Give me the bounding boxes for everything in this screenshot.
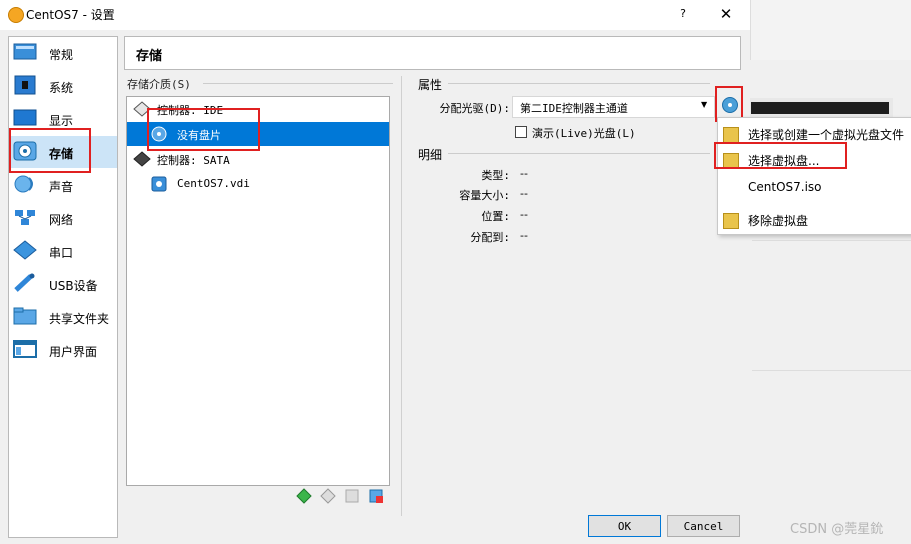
- hard-disk-icon: [151, 176, 167, 192]
- detail-type-value: --: [520, 167, 528, 180]
- virtualbox-app-icon: [8, 7, 24, 23]
- settings-sidebar: 常规 系统 显示 存储 声音 网络 串口 USB设备 共享文件夹 用户界面: [8, 36, 118, 538]
- sidebar-item-usb[interactable]: USB设备: [9, 268, 117, 300]
- sidebar-item-user-interface[interactable]: 用户界面: [9, 334, 117, 366]
- highlight-storage-nav: [9, 128, 91, 173]
- menu-item-label: 移除虚拟盘: [748, 214, 809, 228]
- help-button[interactable]: ?: [673, 4, 693, 24]
- group-divider: [448, 83, 710, 84]
- add-controller-icon[interactable]: [296, 488, 312, 504]
- background-window-header: [750, 0, 911, 60]
- chevron-down-icon: ▼: [701, 100, 708, 109]
- sidebar-item-label: 声音: [49, 180, 74, 194]
- detail-location-value: --: [520, 208, 528, 221]
- user-interface-icon: [13, 339, 37, 359]
- sidebar-item-label: 共享文件夹: [49, 312, 110, 326]
- detail-size-value: --: [520, 187, 528, 200]
- drive-label: 分配光驱(D):: [439, 102, 511, 115]
- sidebar-item-network[interactable]: 网络: [9, 202, 117, 234]
- menu-item-label: 选择或创建一个虚拟光盘文件: [748, 128, 905, 142]
- sidebar-item-label: 串口: [49, 246, 74, 260]
- storage-tree[interactable]: 控制器: IDE 没有盘片 控制器: SATA CentOS7.vdi: [126, 96, 390, 486]
- disk-menu: 选择或创建一个虚拟光盘文件 选择虚拟盘... CentOS7.iso 移除虚拟盘: [717, 117, 911, 235]
- shared-folder-icon: [13, 306, 37, 326]
- page-title-box: [124, 36, 741, 70]
- sidebar-item-label: 用户界面: [49, 345, 98, 359]
- cancel-button[interactable]: Cancel: [667, 515, 740, 537]
- live-cd-checkbox[interactable]: [515, 126, 527, 138]
- detail-size-label: 容量大小:: [459, 189, 510, 202]
- tree-item-label: CentOS7.vdi: [177, 177, 250, 190]
- background-window-panel: [747, 98, 893, 118]
- add-attachment-icon[interactable]: [344, 488, 360, 504]
- detail-type-label: 类型:: [481, 169, 510, 182]
- general-icon: [13, 42, 37, 62]
- controller-icon: [133, 151, 151, 167]
- highlight-choose-disk: [714, 142, 847, 169]
- sidebar-item-serial[interactable]: 串口: [9, 235, 117, 267]
- highlight-empty-disc: [147, 108, 260, 151]
- group-divider: [448, 153, 710, 154]
- detail-attached-value: --: [520, 229, 528, 242]
- background-divider: [752, 240, 911, 241]
- menu-item-remove-disk[interactable]: 移除虚拟盘: [718, 206, 911, 234]
- sidebar-item-label: 常规: [49, 48, 74, 62]
- tree-item-label: 控制器: SATA: [157, 154, 230, 167]
- usb-icon: [13, 273, 37, 293]
- network-icon: [13, 207, 37, 227]
- detail-location-label: 位置:: [481, 210, 510, 223]
- sidebar-item-general[interactable]: 常规: [9, 37, 117, 69]
- sidebar-item-system[interactable]: 系统: [9, 70, 117, 102]
- display-icon: [13, 108, 37, 128]
- attributes-title: 属性: [418, 78, 443, 92]
- menu-item-label: CentOS7.iso: [748, 180, 822, 194]
- window-title: CentOS7 - 设置: [26, 8, 115, 22]
- detail-attached-label: 分配到:: [470, 231, 510, 244]
- sidebar-item-audio[interactable]: 声音: [9, 169, 117, 201]
- page-title: 存储: [136, 49, 163, 64]
- disc-center: [728, 103, 732, 107]
- panel-separator: [401, 76, 402, 516]
- ok-button[interactable]: OK: [588, 515, 661, 537]
- sidebar-item-label: 系统: [49, 81, 74, 95]
- storage-media-label: 存储介质(S): [127, 78, 191, 91]
- sidebar-item-label: USB设备: [49, 279, 98, 293]
- background-window: [750, 0, 911, 544]
- remove-controller-icon[interactable]: [320, 488, 336, 504]
- close-button[interactable]: ✕: [714, 4, 738, 24]
- watermark: CSDN @莞星鈗: [790, 522, 884, 537]
- background-divider: [752, 370, 911, 371]
- remove-disk-icon: [723, 213, 739, 229]
- live-cd-label: 演示(Live)光盘(L): [532, 127, 636, 140]
- tree-item-centos-vdi[interactable]: CentOS7.vdi: [127, 172, 389, 196]
- group-divider: [203, 83, 393, 84]
- serial-port-icon: [13, 240, 37, 260]
- sidebar-item-label: 显示: [49, 114, 74, 128]
- choose-disk-file-icon: [723, 127, 739, 143]
- system-icon: [13, 75, 37, 95]
- sidebar-item-label: 网络: [49, 213, 74, 227]
- menu-item-centos-iso[interactable]: CentOS7.iso: [718, 174, 911, 202]
- details-title: 明细: [418, 148, 443, 162]
- drive-select-value: 第二IDE控制器主通道: [520, 102, 628, 115]
- sidebar-item-shared-folders[interactable]: 共享文件夹: [9, 301, 117, 333]
- audio-icon: [13, 174, 37, 194]
- remove-attachment-icon[interactable]: [368, 488, 384, 504]
